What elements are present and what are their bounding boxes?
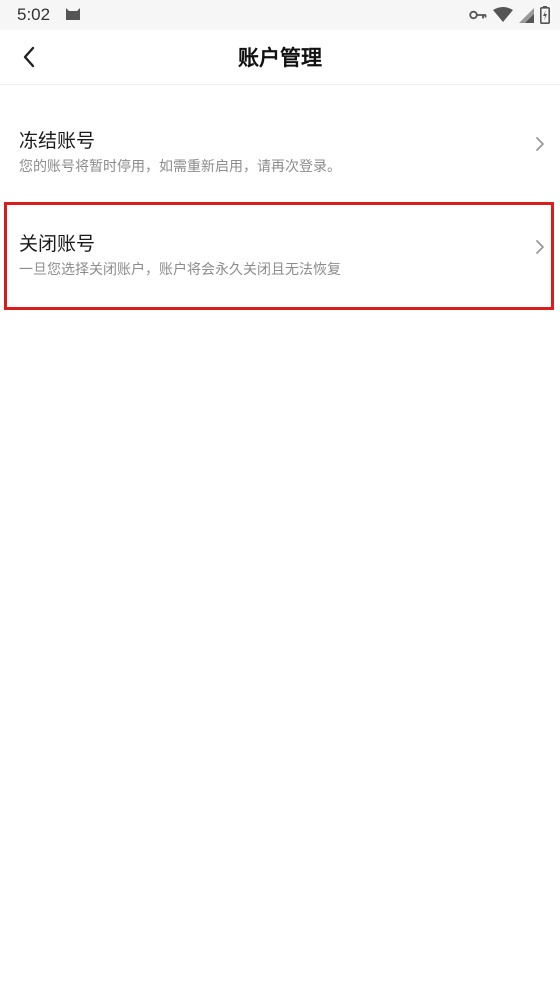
close-account-description: 一旦您选择关闭账户，账户将会永久关闭且无法恢复 [19,262,341,278]
chevron-right-icon [536,240,544,254]
freeze-account-description: 您的账号将暂时停用，如需重新启用，请再次登录。 [19,159,341,175]
cat-notification-icon [66,8,80,20]
close-account-item[interactable]: 关闭账号 一旦您选择关闭账户，账户将会永久关闭且无法恢复 [0,203,560,307]
key-icon [469,10,487,20]
app-header: 账户管理 [0,30,560,85]
status-icons [469,5,550,25]
status-time: 5:02 [17,5,51,24]
battery-charging-icon [540,6,550,24]
page-title: 账户管理 [238,46,322,70]
freeze-account-title: 冻结账号 [19,130,96,152]
freeze-account-item[interactable]: 冻结账号 您的账号将暂时停用，如需重新启用，请再次登录。 [0,100,560,204]
chevron-right-icon [536,137,544,151]
wifi-icon [493,7,513,22]
close-account-title: 关闭账号 [19,233,96,255]
status-bar: 5:02 [0,0,560,30]
signal-icon [519,7,534,23]
